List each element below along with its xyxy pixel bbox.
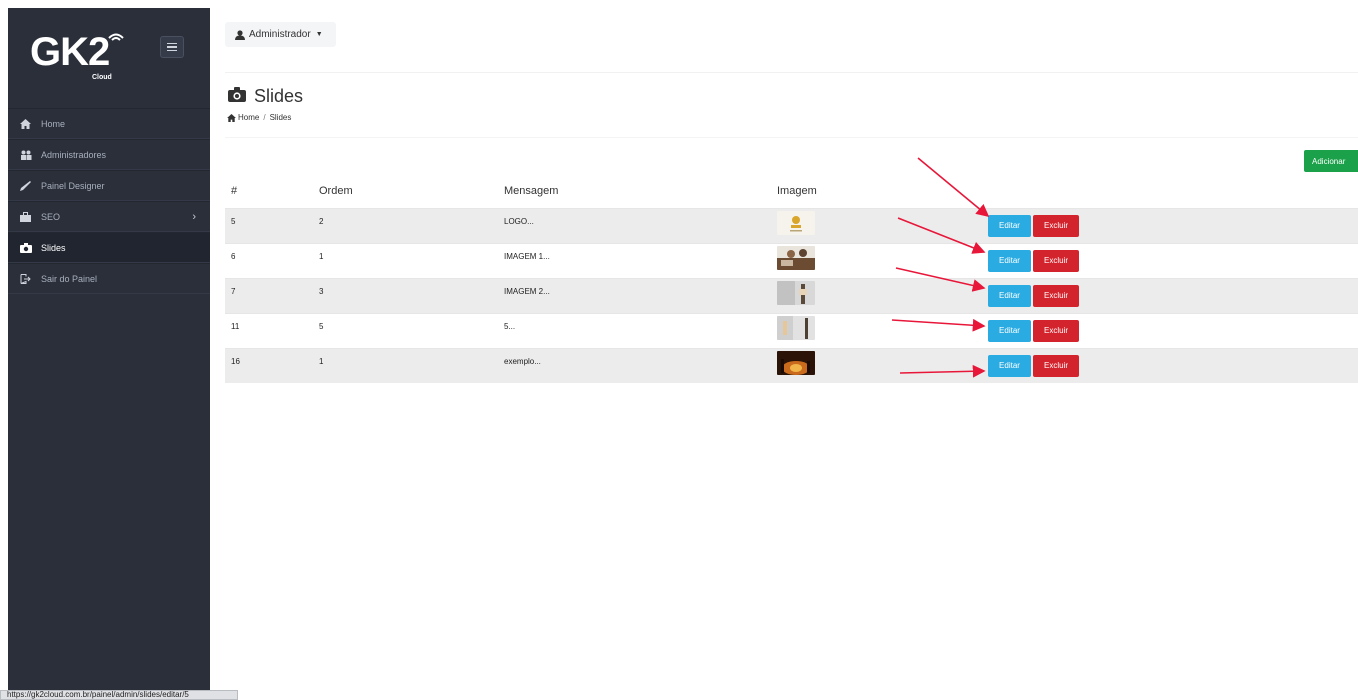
sidebar-item-label: Administradores [41, 149, 107, 160]
cell-actions: Editar Excluir [982, 277, 1358, 313]
cell-imagem [771, 242, 982, 278]
briefcase-icon [20, 211, 38, 223]
cell-ordem: 1 [315, 347, 500, 383]
menu-toggle-button[interactable] [160, 36, 184, 58]
slide-thumbnail [777, 315, 815, 340]
home-icon [227, 113, 236, 122]
cell-actions: Editar Excluir [982, 312, 1358, 348]
user-menu-button[interactable]: Administrador ▼ [225, 22, 336, 47]
delete-button[interactable]: Excluir [1033, 319, 1079, 342]
left-strip [0, 0, 8, 700]
column-header-id: # [231, 184, 238, 197]
logo-area: GK2 Cloud [8, 8, 210, 108]
slide-thumbnail [777, 210, 815, 235]
sidebar-item-label: SEO [41, 211, 61, 222]
cell-imagem [771, 277, 982, 313]
sidebar-item-label: Painel Designer [41, 180, 105, 191]
table-row: 11 5 5... Editar Excluir [225, 312, 1358, 348]
cell-id: 16 [225, 347, 315, 383]
page-title-text: Slides [254, 86, 304, 106]
user-name: Administrador [249, 29, 311, 40]
brand-subtitle: Cloud [92, 74, 112, 81]
sidebar-item-administradores[interactable]: Administradores [8, 139, 210, 170]
cell-actions: Editar Excluir [982, 242, 1358, 278]
cell-imagem [771, 347, 982, 383]
user-icon [235, 29, 245, 40]
breadcrumb-current: Slides [269, 113, 292, 122]
column-header-actions [982, 174, 1358, 208]
sidebar-item-label: Home [41, 118, 66, 129]
edit-button[interactable]: Editar [988, 319, 1031, 342]
cell-id: 11 [225, 312, 315, 348]
delete-button[interactable]: Excluir [1033, 354, 1079, 377]
cell-actions: Editar Excluir [982, 207, 1358, 243]
breadcrumb-home[interactable]: Home [238, 113, 259, 122]
sidebar-item-sair[interactable]: Sair do Painel [8, 263, 210, 294]
column-header-ordem: Ordem [319, 184, 353, 197]
chevron-right-icon: › [192, 211, 196, 223]
edit-button[interactable]: Editar [988, 354, 1031, 377]
status-bar-url: https://gk2cloud.com.br/painel/admin/sli… [0, 690, 238, 700]
edit-button[interactable]: Editar [988, 284, 1031, 307]
page-title: Slides [228, 86, 303, 107]
breadcrumb: Home / Slides [227, 113, 291, 122]
edit-button[interactable]: Editar [988, 249, 1031, 272]
cell-mensagem: IMAGEM 2... [500, 277, 771, 313]
table-header-row: # Ordem Mensagem Imagem [225, 174, 1358, 208]
table-row: 6 1 IMAGEM 1... Editar Excluir [225, 242, 1358, 278]
delete-button[interactable]: Excluir [1033, 284, 1079, 307]
brand-logo: GK2 [30, 30, 110, 74]
sidebar-item-home[interactable]: Home [8, 108, 210, 139]
title-divider [225, 137, 1358, 138]
cell-mensagem: IMAGEM 1... [500, 242, 771, 278]
add-slide-button[interactable]: Adicionar [1304, 150, 1358, 172]
table-row: 7 3 IMAGEM 2... Editar Excluir [225, 277, 1358, 313]
sidebar: GK2 Cloud Home Administradores Painel De… [8, 8, 210, 700]
wifi-icon [108, 33, 124, 41]
home-icon [20, 118, 38, 130]
slides-table: # Ordem Mensagem Imagem 5 2 LOGO... Edit… [225, 174, 1358, 383]
cell-ordem: 5 [315, 312, 500, 348]
cell-ordem: 1 [315, 242, 500, 278]
delete-button[interactable]: Excluir [1033, 249, 1079, 272]
logout-icon [20, 273, 38, 285]
camera-icon [20, 242, 38, 254]
table-row: 16 1 exemplo... Editar Excluir [225, 347, 1358, 383]
cell-mensagem: 5... [500, 312, 771, 348]
sidebar-item-slides[interactable]: Slides [8, 232, 210, 263]
edit-button[interactable]: Editar [988, 214, 1031, 237]
cell-actions: Editar Excluir [982, 347, 1358, 383]
sidebar-item-label: Slides [41, 242, 66, 253]
cell-ordem: 3 [315, 277, 500, 313]
cell-ordem: 2 [315, 207, 500, 243]
slide-thumbnail [777, 245, 815, 270]
camera-icon [228, 86, 246, 107]
cell-id: 7 [225, 277, 315, 313]
users-icon [20, 149, 38, 161]
header-divider [225, 72, 1358, 73]
table-row: 5 2 LOGO... Editar Excluir [225, 207, 1358, 243]
column-header-imagem: Imagem [777, 184, 817, 197]
column-header-mensagem: Mensagem [504, 184, 559, 197]
cell-imagem [771, 207, 982, 243]
sidebar-nav: Home Administradores Painel Designer SEO… [8, 108, 210, 294]
cell-mensagem: LOGO... [500, 207, 771, 243]
brush-icon [20, 180, 38, 192]
sidebar-item-label: Sair do Painel [41, 273, 98, 284]
cell-id: 6 [225, 242, 315, 278]
slide-thumbnail [777, 350, 815, 375]
cell-imagem [771, 312, 982, 348]
cell-mensagem: exemplo... [500, 347, 771, 383]
slide-thumbnail [777, 280, 815, 305]
sidebar-item-painel-designer[interactable]: Painel Designer [8, 170, 210, 201]
caret-down-icon: ▼ [315, 31, 323, 38]
cell-id: 5 [225, 207, 315, 243]
breadcrumb-separator: / [263, 113, 266, 122]
sidebar-item-seo[interactable]: SEO › [8, 201, 210, 232]
main-content: Administrador ▼ Slides Home / Slides Adi… [225, 0, 1358, 700]
delete-button[interactable]: Excluir [1033, 214, 1079, 237]
